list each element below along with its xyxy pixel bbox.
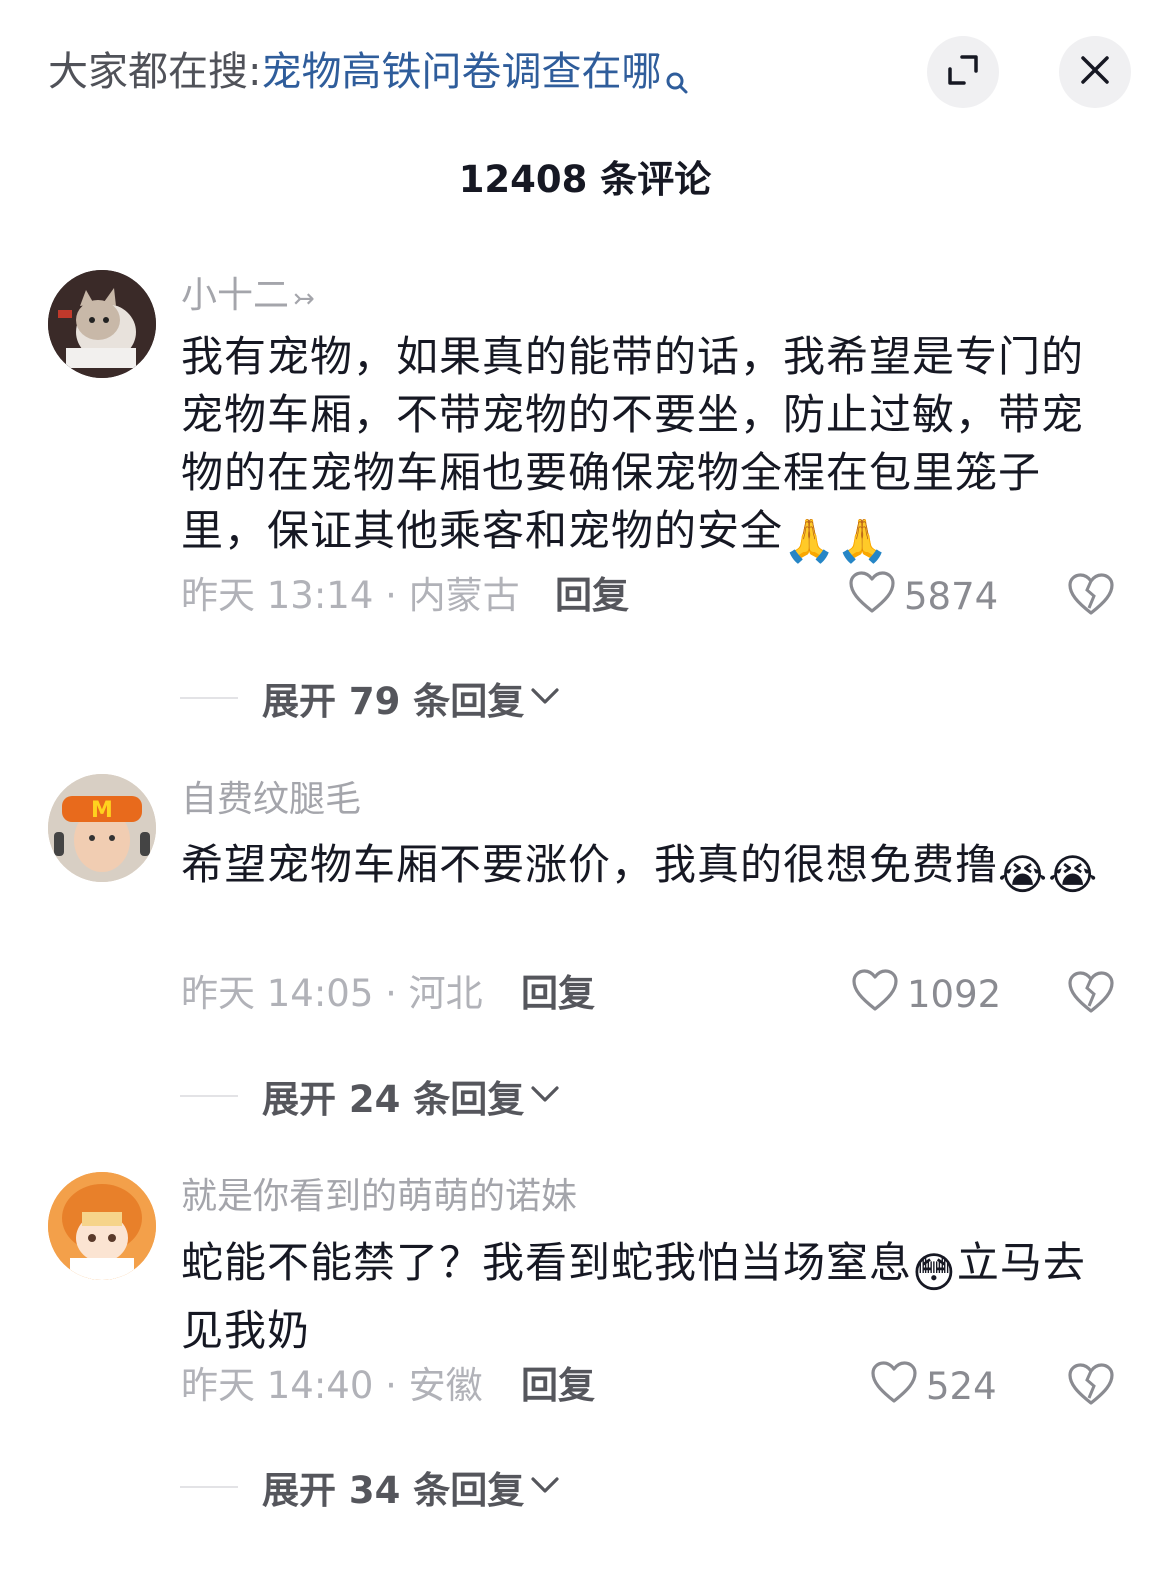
avatar[interactable]: M — [48, 774, 156, 882]
like-count: 5874 — [904, 574, 999, 618]
expand-replies[interactable]: 展开 24 条回复 — [180, 1070, 560, 1122]
avatar[interactable] — [48, 270, 156, 378]
emoji: 😭😭 — [998, 850, 1099, 899]
like-button[interactable]: 5874 — [848, 570, 998, 622]
like-button[interactable]: 524 — [870, 1360, 997, 1412]
username[interactable]: 小十二 ↣ — [181, 272, 315, 323]
emoji: 🙏🙏 — [783, 516, 890, 565]
comment-text: 希望宠物车厢不要涨价，我真的很想免费撸😭😭 — [181, 836, 1116, 904]
close-icon — [1078, 53, 1112, 91]
expand-replies[interactable]: 展开 79 条回复 — [180, 672, 560, 724]
reply-button[interactable]: 回复 — [521, 968, 595, 1020]
divider — [180, 1486, 238, 1488]
svg-text:M: M — [91, 798, 113, 823]
comment-meta: 昨天 14:40 · 安徽 — [181, 1364, 483, 1407]
broken-heart-icon — [1067, 572, 1115, 620]
like-count: 1092 — [907, 972, 1002, 1016]
emoji: 😳 — [912, 1248, 957, 1297]
username[interactable]: 自费纹腿毛 — [181, 776, 361, 824]
expand-icon — [946, 53, 980, 91]
reply-button[interactable]: 回复 — [555, 570, 629, 622]
comment-meta: 昨天 14:05 · 河北 — [181, 972, 483, 1015]
search-query-link[interactable]: 宠物高铁问卷调查在哪 — [261, 49, 661, 95]
chevron-down-icon — [530, 1084, 560, 1108]
heart-icon — [848, 570, 904, 623]
chevron-down-icon — [530, 1475, 560, 1499]
comment-meta: 昨天 13:14 · 内蒙古 — [181, 574, 520, 617]
reply-button[interactable]: 回复 — [521, 1360, 595, 1412]
like-button[interactable]: 1092 — [851, 968, 1001, 1020]
comment-text: 蛇能不能禁了？我看到蛇我怕当场窒息😳立马去见我奶 — [181, 1238, 1086, 1355]
expand-replies[interactable]: 展开 34 条回复 — [180, 1461, 560, 1513]
search-icon — [665, 54, 689, 110]
dislike-button[interactable] — [1066, 968, 1116, 1020]
reply-arrow-icon: ↣ — [293, 284, 315, 314]
comment-count-title: 12408 条评论 — [458, 158, 712, 201]
heart-icon — [870, 1360, 926, 1413]
heart-icon — [851, 968, 907, 1021]
like-count: 524 — [926, 1364, 997, 1408]
search-prefix: 大家都在搜: — [48, 49, 262, 95]
divider — [180, 1095, 238, 1097]
expand-button[interactable] — [927, 36, 999, 108]
dislike-button[interactable] — [1066, 1360, 1116, 1412]
username[interactable]: 就是你看到的萌萌的诺妹 — [181, 1173, 577, 1221]
divider — [180, 697, 238, 699]
comment-text: 我有宠物，如果真的能带的话，我希望是专门的宠物车厢，不带宠物的不要坐，防止过敏，… — [181, 328, 1116, 570]
broken-heart-icon — [1067, 970, 1115, 1018]
search-suggestion[interactable]: 大家都在搜:宠物高铁问卷调查在哪 — [48, 44, 689, 110]
close-button[interactable] — [1059, 36, 1131, 108]
dislike-button[interactable] — [1066, 570, 1116, 622]
comments-sheet: 大家都在搜:宠物高铁问卷调查在哪 12408 条评论 小十二 ↣ 我有宠物，如果… — [0, 0, 1170, 1574]
broken-heart-icon — [1067, 1362, 1115, 1410]
avatar[interactable] — [48, 1172, 156, 1280]
chevron-down-icon — [530, 686, 560, 710]
